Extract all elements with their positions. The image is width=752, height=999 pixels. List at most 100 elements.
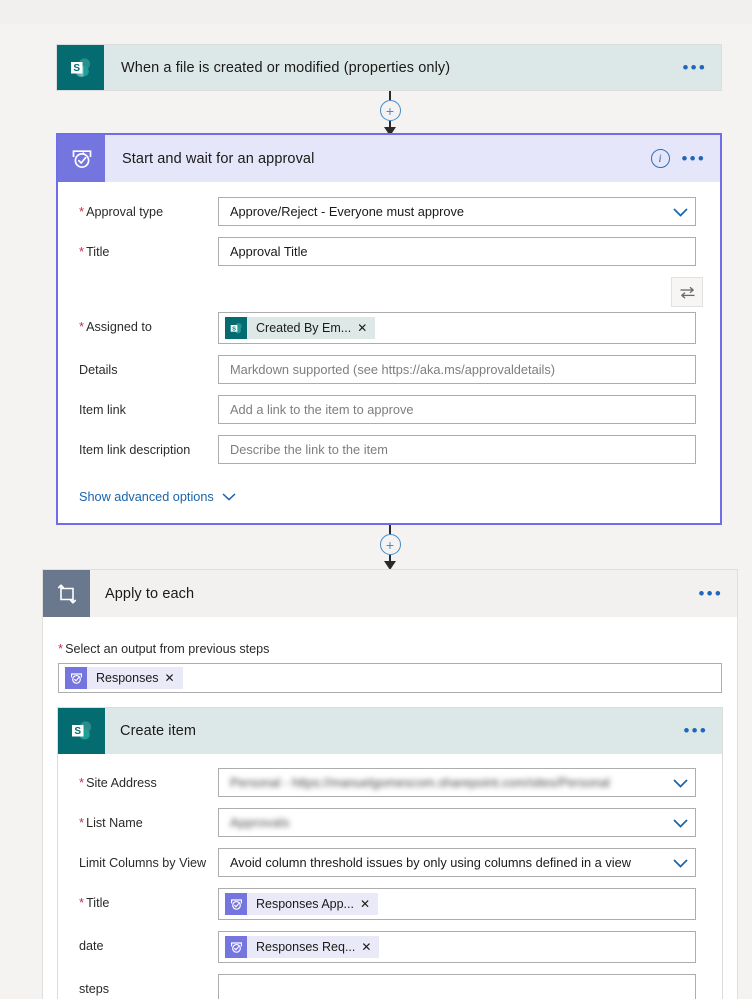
token-chip-responses[interactable]: Responses ✕ bbox=[65, 667, 183, 689]
control-date[interactable]: Responses Req... ✕ bbox=[218, 931, 696, 963]
approvals-icon bbox=[65, 667, 87, 689]
trigger-more-menu-icon[interactable]: ••• bbox=[683, 59, 707, 76]
control-assigned-to[interactable]: S Created By Em... ✕ bbox=[218, 312, 696, 344]
control-item-link[interactable]: Add a link to the item to approve bbox=[218, 395, 696, 424]
sharepoint-icon: S bbox=[58, 708, 105, 754]
field-row-assigned-to: Assigned to S Created By Em... bbox=[58, 312, 720, 344]
top-strip bbox=[0, 0, 752, 24]
field-row-steps: steps bbox=[58, 974, 722, 999]
control-limit-columns[interactable]: Avoid column threshold issues by only us… bbox=[218, 848, 696, 877]
approval-more-menu-icon[interactable]: ••• bbox=[682, 150, 706, 167]
approval-title: Start and wait for an approval bbox=[122, 150, 315, 167]
label-assigned-to: Assigned to bbox=[58, 312, 218, 335]
create-item-header-actions: ••• bbox=[684, 722, 722, 739]
field-row-list-name: List Name Approvals bbox=[58, 808, 722, 837]
token-chip-responses-requested[interactable]: Responses Req... ✕ bbox=[225, 936, 380, 958]
sharepoint-icon: S bbox=[57, 45, 104, 90]
action-card-start-and-wait-for-approval[interactable]: Start and wait for an approval i ••• App… bbox=[56, 133, 722, 525]
label-select-output: Select an output from previous steps bbox=[58, 641, 722, 663]
select-output-input[interactable]: Responses ✕ bbox=[58, 663, 722, 693]
select-output-section: Select an output from previous steps Res… bbox=[43, 617, 737, 693]
svg-text:S: S bbox=[232, 326, 236, 332]
details-input[interactable]: Markdown supported (see https://aka.ms/a… bbox=[218, 355, 696, 384]
chevron-down-icon bbox=[222, 490, 236, 504]
info-icon[interactable]: i bbox=[650, 149, 670, 168]
remove-token-icon[interactable]: ✕ bbox=[360, 897, 378, 911]
control-site-address[interactable]: Personal - https://manuelgomescom.sharep… bbox=[218, 768, 696, 797]
site-address-dropdown[interactable]: Personal - https://manuelgomescom.sharep… bbox=[218, 768, 696, 797]
control-approval-type[interactable]: Approve/Reject - Everyone must approve bbox=[218, 197, 696, 226]
field-row-item-link: Item link Add a link to the item to appr… bbox=[58, 395, 720, 424]
label-date: date bbox=[79, 939, 104, 953]
loop-header-actions: ••• bbox=[699, 585, 737, 602]
field-row-approval-type: Approval type Approve/Reject - Everyone … bbox=[58, 197, 720, 226]
list-name-dropdown[interactable]: Approvals bbox=[218, 808, 696, 837]
add-step-plus-icon[interactable]: + bbox=[379, 100, 401, 121]
field-row-approval-title: Title Approval Title bbox=[58, 237, 720, 266]
approval-card-header[interactable]: Start and wait for an approval i ••• bbox=[58, 135, 720, 182]
item-link-description-input[interactable]: Describe the link to the item bbox=[218, 435, 696, 464]
action-card-create-item[interactable]: S Create item ••• Site Address Personal … bbox=[57, 707, 723, 999]
create-item-title: Create item bbox=[120, 723, 197, 739]
create-item-header[interactable]: S Create item ••• bbox=[58, 708, 722, 754]
create-item-more-menu-icon[interactable]: ••• bbox=[684, 722, 708, 739]
create-title-input[interactable]: Responses App... ✕ bbox=[218, 888, 696, 920]
sharepoint-icon: S bbox=[225, 317, 247, 339]
control-create-title[interactable]: Responses App... ✕ bbox=[218, 888, 696, 920]
field-row-create-title: Title Responses App... bbox=[58, 888, 722, 920]
date-input[interactable]: Responses Req... ✕ bbox=[218, 931, 696, 963]
approvals-icon bbox=[58, 135, 105, 182]
control-details[interactable]: Markdown supported (see https://aka.ms/a… bbox=[218, 355, 696, 384]
loop-card-header[interactable]: Apply to each ••• bbox=[43, 570, 737, 617]
item-link-input[interactable]: Add a link to the item to approve bbox=[218, 395, 696, 424]
control-steps[interactable] bbox=[218, 974, 696, 999]
trigger-header-actions: ••• bbox=[683, 59, 721, 76]
advanced-options-row: Show advanced options bbox=[58, 488, 720, 506]
approval-title-input[interactable]: Approval Title bbox=[218, 237, 696, 266]
approval-type-dropdown[interactable]: Approve/Reject - Everyone must approve bbox=[218, 197, 696, 226]
trigger-card-sharepoint[interactable]: S When a file is created or modified (pr… bbox=[56, 44, 722, 91]
label-limit-columns-by-view: Limit Columns by View bbox=[79, 856, 207, 870]
trigger-title: When a file is created or modified (prop… bbox=[121, 59, 451, 76]
show-advanced-options-label: Show advanced options bbox=[79, 490, 214, 504]
label-item-link: Item link bbox=[79, 403, 126, 417]
label-site-address: Site Address bbox=[58, 768, 218, 791]
field-row-date: date Responses Req... ✕ bbox=[58, 931, 722, 963]
loop-title: Apply to each bbox=[105, 585, 195, 602]
approval-header-actions: i ••• bbox=[650, 149, 720, 168]
show-advanced-options-button[interactable]: Show advanced options bbox=[79, 490, 236, 504]
control-item-link-description[interactable]: Describe the link to the item bbox=[218, 435, 696, 464]
chevron-down-icon[interactable] bbox=[673, 818, 688, 828]
swap-arrows-icon[interactable] bbox=[671, 277, 703, 307]
limit-columns-dropdown[interactable]: Avoid column threshold issues by only us… bbox=[218, 848, 696, 877]
site-address-value: Personal - https://manuelgomescom.sharep… bbox=[230, 775, 610, 790]
connector-trigger-to-approval: + bbox=[370, 91, 410, 136]
remove-token-icon[interactable]: ✕ bbox=[357, 321, 375, 335]
field-row-item-link-description: Item link description Describe the link … bbox=[58, 435, 720, 464]
label-create-title: Title bbox=[58, 888, 218, 911]
token-chip-created-by-email[interactable]: S Created By Em... ✕ bbox=[225, 317, 376, 339]
token-chip-responses-approver[interactable]: Responses App... ✕ bbox=[225, 893, 379, 915]
chevron-down-icon[interactable] bbox=[673, 858, 688, 868]
remove-token-icon[interactable]: ✕ bbox=[165, 671, 183, 685]
connector-approval-to-loop: + bbox=[370, 525, 410, 570]
token-chip-label: Responses Req... bbox=[256, 940, 356, 954]
steps-input[interactable] bbox=[218, 974, 696, 999]
control-approval-title[interactable]: Approval Title bbox=[218, 237, 696, 266]
loop-more-menu-icon[interactable]: ••• bbox=[699, 585, 723, 602]
assigned-to-input[interactable]: S Created By Em... ✕ bbox=[218, 312, 696, 344]
action-card-apply-to-each[interactable]: Apply to each ••• Select an output from … bbox=[42, 569, 738, 999]
list-name-value: Approvals bbox=[230, 815, 290, 830]
label-approval-type: Approval type bbox=[58, 197, 218, 220]
chevron-down-icon[interactable] bbox=[673, 778, 688, 788]
trigger-card-header[interactable]: S When a file is created or modified (pr… bbox=[57, 45, 721, 90]
add-step-plus-icon[interactable]: + bbox=[379, 534, 401, 555]
label-approval-title: Title bbox=[58, 237, 218, 260]
control-list-name[interactable]: Approvals bbox=[218, 808, 696, 837]
remove-token-icon[interactable]: ✕ bbox=[361, 940, 379, 954]
token-chip-label: Created By Em... bbox=[256, 321, 352, 335]
field-row-site-address: Site Address Personal - https://manuelgo… bbox=[58, 768, 722, 797]
chevron-down-icon[interactable] bbox=[673, 207, 688, 217]
label-list-name: List Name bbox=[58, 808, 218, 831]
label-steps: steps bbox=[79, 982, 110, 996]
